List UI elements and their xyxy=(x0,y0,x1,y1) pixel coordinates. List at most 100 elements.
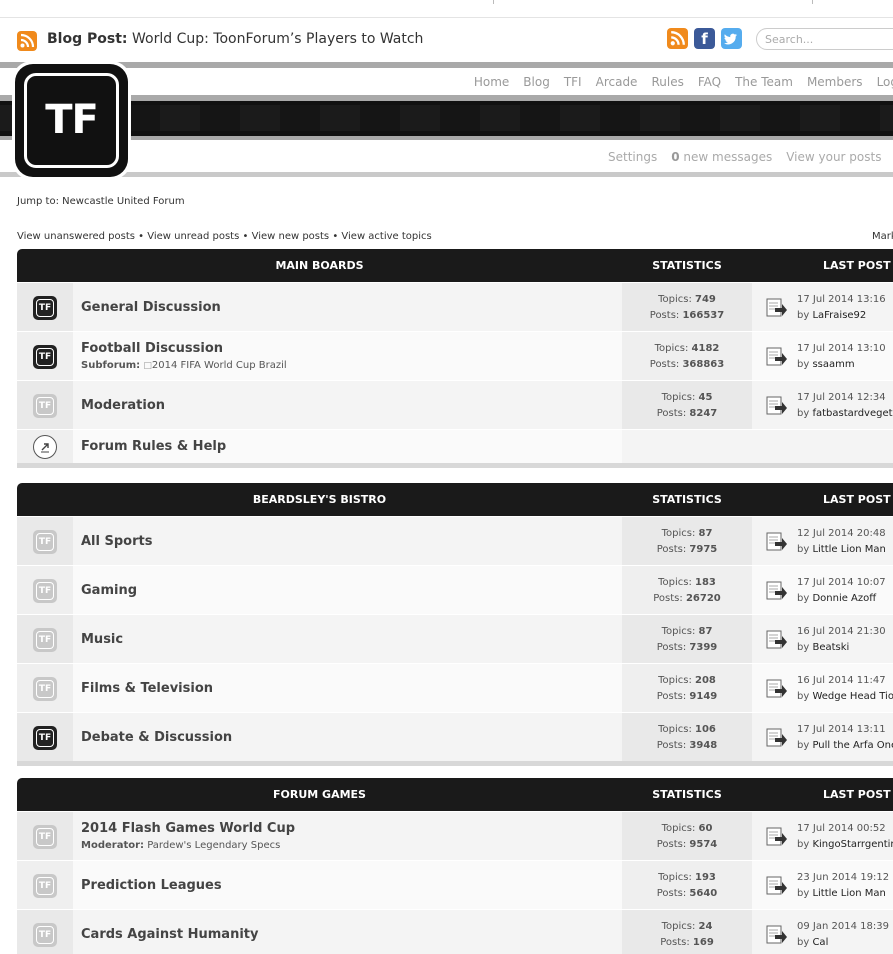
last-post-info: 17 Jul 2014 13:11 by Pull the Arfa One xyxy=(797,722,893,754)
browser-top-line xyxy=(0,0,893,18)
last-post-arrow-icon[interactable] xyxy=(766,876,788,895)
blog-post-title[interactable]: World Cup: ToonForum’s Players to Watch xyxy=(132,31,423,47)
forum-subline: Subforum: □2014 FIFA World Cup Brazil xyxy=(81,360,287,371)
forum-sub-link[interactable]: Pardew's Legendary Specs xyxy=(147,840,280,851)
forum-title[interactable]: 2014 Flash Games World Cup xyxy=(81,821,295,836)
last-post-arrow-icon[interactable] xyxy=(766,925,788,944)
section-title[interactable]: BEARDSLEY'S BISTRO xyxy=(17,493,622,506)
last-post-info: 12 Jul 2014 20:48 by Little Lion Man xyxy=(797,528,886,555)
forum-stats: Topics: 24 Posts: 169 xyxy=(660,921,714,948)
nav-members[interactable]: Members xyxy=(807,75,863,89)
topic-count: 24 xyxy=(698,921,713,932)
last-post-author[interactable]: Donnie Azoff xyxy=(812,593,876,604)
last-post-arrow-icon[interactable] xyxy=(766,630,788,649)
mark-forums-read-link[interactable]: Mark xyxy=(872,231,893,242)
last-post-author[interactable]: Cal xyxy=(812,937,828,948)
nav-tfi[interactable]: TFI xyxy=(564,75,582,89)
forum-row[interactable]: TF Moderation Topics: 45 Posts: 8247 17 Jul … xyxy=(17,380,893,429)
last-post-author[interactable]: ssaamm xyxy=(812,359,854,370)
forum-row[interactable]: TF Football Discussion Subforum: □2014 FIF… xyxy=(17,331,893,380)
forum-read-icon: TF xyxy=(33,677,57,701)
last-post-author[interactable]: fatbastardvegeta xyxy=(812,408,893,419)
forum-row[interactable]: TF Music Topics: 87 Posts: 7399 16 Jul 2014 … xyxy=(17,614,893,663)
search-input[interactable]: Search... xyxy=(756,28,893,50)
forum-read-icon: TF xyxy=(33,923,57,947)
forum-title[interactable]: Cards Against Humanity xyxy=(81,927,258,942)
forum-read-icon: TF xyxy=(33,874,57,898)
section-title[interactable]: MAIN BOARDS xyxy=(17,259,622,272)
forum-title[interactable]: All Sports xyxy=(81,534,152,549)
last-post-arrow-icon[interactable] xyxy=(766,347,788,366)
last-post-author[interactable]: Pull the Arfa One xyxy=(812,740,893,751)
rss-icon[interactable] xyxy=(667,28,688,49)
forum-row[interactable]: TF Cards Against Humanity Topics: 24 Posts:… xyxy=(17,909,893,954)
forum-title[interactable]: Debate & Discussion xyxy=(81,730,232,745)
last-post-arrow-icon[interactable] xyxy=(766,532,788,551)
divider xyxy=(812,0,813,4)
nav-arcade[interactable]: Arcade xyxy=(596,75,638,89)
post-count: 7399 xyxy=(689,642,718,653)
last-post-date: 17 Jul 2014 00:52 xyxy=(797,823,886,834)
forum-title[interactable]: Films & Television xyxy=(81,681,213,696)
last-post-author[interactable]: Little Lion Man xyxy=(812,888,885,899)
last-post-author[interactable]: Wedge Head Tiot xyxy=(812,691,893,702)
forum-stats: Topics: 87 Posts: 7975 xyxy=(656,528,718,555)
forum-title[interactable]: Moderation xyxy=(81,398,165,413)
forum-stats: Topics: 749 Posts: 166537 xyxy=(649,294,725,321)
last-post-header: LAST POST xyxy=(823,493,891,506)
last-post-author[interactable]: KingoStarrgentina xyxy=(812,839,893,850)
last-post-author[interactable]: Little Lion Man xyxy=(812,544,885,555)
topic-count: 87 xyxy=(698,528,713,539)
nav-faq[interactable]: FAQ xyxy=(698,75,721,89)
site-logo[interactable]: TF xyxy=(12,61,131,180)
forum-title[interactable]: Football Discussion xyxy=(81,341,223,356)
last-post-arrow-icon[interactable] xyxy=(766,581,788,600)
view-your-posts-link[interactable]: View your posts xyxy=(786,150,881,164)
nav-home[interactable]: Home xyxy=(474,75,509,89)
forum-row[interactable]: TF 2014 Flash Games World Cup Moderator: P… xyxy=(17,811,893,860)
forum-title[interactable]: Forum Rules & Help xyxy=(81,439,226,454)
forum-sub-link[interactable]: 2014 FIFA World Cup Brazil xyxy=(152,360,287,371)
last-post-arrow-icon[interactable] xyxy=(766,728,788,747)
forum-row[interactable]: TF Films & Television Topics: 208 Posts: 91… xyxy=(17,663,893,712)
forum-title[interactable]: Prediction Leagues xyxy=(81,878,222,893)
forum-row[interactable]: TF General Discussion Topics: 749 Posts: 16… xyxy=(17,282,893,331)
forum-unread-icon: TF xyxy=(33,726,57,750)
rss-icon[interactable] xyxy=(17,31,37,51)
forum-stats: Topics: 87 Posts: 7399 xyxy=(656,626,718,653)
nav-login[interactable]: Log xyxy=(877,75,893,89)
last-post-arrow-icon[interactable] xyxy=(766,396,788,415)
last-post-date: 17 Jul 2014 13:11 xyxy=(797,724,886,735)
last-post-arrow-icon[interactable] xyxy=(766,827,788,846)
last-post-date: 12 Jul 2014 20:48 xyxy=(797,528,886,539)
facebook-icon[interactable]: f xyxy=(694,28,715,49)
last-post-author[interactable]: Beatski xyxy=(812,642,849,653)
quick-links[interactable]: View unanswered posts • View unread post… xyxy=(17,231,432,242)
nav-the-team[interactable]: The Team xyxy=(735,75,793,89)
topic-count: 60 xyxy=(698,823,713,834)
forum-row[interactable]: Forum Rules & Help xyxy=(17,429,893,463)
last-post-info: 17 Jul 2014 13:16 by LaFraise92 xyxy=(797,294,886,321)
last-post-arrow-icon[interactable] xyxy=(766,298,788,317)
forum-stats: Topics: 45 Posts: 8247 xyxy=(656,392,718,419)
forum-row[interactable]: TF Gaming Topics: 183 Posts: 26720 17 Jul 20… xyxy=(17,565,893,614)
forum-title[interactable]: Music xyxy=(81,632,123,647)
forum-row[interactable]: TF All Sports Topics: 87 Posts: 7975 12 Jul … xyxy=(17,516,893,565)
forum-row[interactable]: TF Prediction Leagues Topics: 193 Posts: 56… xyxy=(17,860,893,909)
section-title[interactable]: FORUM GAMES xyxy=(17,788,622,801)
forum-title[interactable]: Gaming xyxy=(81,583,137,598)
forum-row[interactable]: TF Debate & Discussion Topics: 106 Posts: 3… xyxy=(17,712,893,761)
last-post-info: 16 Jul 2014 21:30 by Beatski xyxy=(797,626,886,653)
post-count: 166537 xyxy=(682,310,725,321)
last-post-arrow-icon[interactable] xyxy=(766,679,788,698)
new-messages-link[interactable]: 0 new messages xyxy=(671,150,772,164)
nav-rules[interactable]: Rules xyxy=(651,75,683,89)
post-count: 8247 xyxy=(689,408,718,419)
last-post-header: LAST POST xyxy=(823,259,891,272)
forum-title[interactable]: General Discussion xyxy=(81,300,221,315)
last-post-author[interactable]: LaFraise92 xyxy=(812,310,866,321)
twitter-icon[interactable] xyxy=(721,28,742,49)
settings-link[interactable]: Settings xyxy=(608,150,657,164)
nav-blog[interactable]: Blog xyxy=(523,75,550,89)
jump-to-link[interactable]: Jump to: Newcastle United Forum xyxy=(17,196,185,207)
